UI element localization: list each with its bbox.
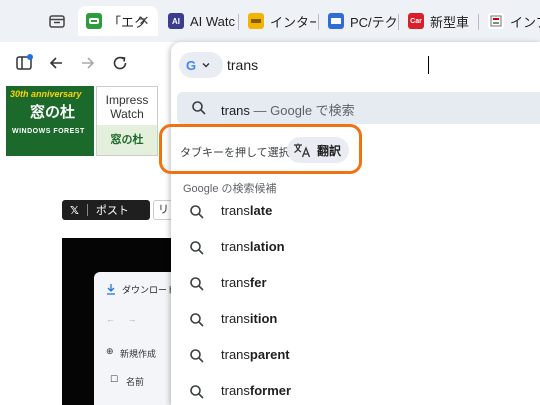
search-action: Google で検索 [270,103,355,118]
suggestion-completion: parent [249,347,290,362]
search-icon [191,100,207,116]
explorer-title: ダウンロード [122,285,177,295]
tab-pc-watch[interactable]: PC/テク [320,6,396,36]
tab-title: インプレ [510,14,540,30]
top-suggestion[interactable]: trans — Google で検索 [177,92,540,124]
suggestion-text: transformer [221,383,291,398]
suggestion-completion: late [249,203,273,218]
explorer-checkbox: ☐ [110,374,119,384]
google-icon: G [186,57,197,73]
divider [86,204,88,216]
suggestion-completion: fer [249,275,267,290]
address-input[interactable] [227,54,527,76]
suggestion-item[interactable]: transparent [171,338,540,374]
omnibox-dropdown: G trans — Google で検索 タブキーを押して選択: 翻訳 Goog… [159,42,540,405]
tab-car-watch[interactable]: Car 新型車 [400,6,476,36]
impress-watch-label: Impress Watch [105,93,149,121]
search-icon [189,384,205,400]
query-text: trans [221,103,250,118]
madonomori-tab[interactable]: 窓の杜 [97,125,157,155]
explorer-new-button: 新規作成 [120,349,157,359]
green-leaf-icon [86,13,102,29]
suggestion-match: trans [221,347,250,362]
search-icon [189,240,205,256]
tab-separator [478,14,479,30]
search-engine-chip[interactable]: G [179,52,223,78]
keyword-hint-row: タブキーを押して選択: 翻訳 [159,124,540,174]
x-logo-icon: 𝕏 [70,204,79,217]
site-logo[interactable]: 30th anniversary 窓の杜 WINDOWS FOREST [6,86,94,156]
back-arrow-icon[interactable] [46,53,66,73]
suggestion-match: trans [221,275,250,290]
logo-anniversary: 30th anniversary [10,89,82,99]
suggestion-item[interactable]: transition [171,302,540,338]
tab-separator [318,14,319,30]
search-icon [189,348,205,364]
tab-title: PC/テク [350,14,396,30]
tab-hint-label: タブキーを押して選択: [180,147,293,159]
suggestion-item[interactable]: transformer [171,374,540,405]
ai-watch-icon: AI [168,13,184,29]
translate-icon [294,143,311,158]
suggestion-text: transition [221,311,277,326]
forward-arrow-icon[interactable] [78,53,98,73]
suggestion-item[interactable]: translation [171,230,540,266]
top-suggestion-text: trans — Google で検索 [221,100,355,119]
address-bar: G [171,42,540,88]
explorer-column-name: 名前 [126,377,145,387]
suggestion-text: translate [221,203,272,218]
suggestion-text: transparent [221,347,290,362]
reload-icon[interactable] [110,53,130,73]
separator: — [249,103,271,118]
suggestion-match: trans [221,203,250,218]
tab-title: AI Watc [190,13,236,29]
tab-strip: 「エク ✕ AI AI Watc インターネ PC/テク Car 新型車 インプ… [0,0,540,42]
internet-watch-icon [248,13,264,29]
tab-active[interactable]: 「エク ✕ [78,6,158,36]
text-caret [428,56,429,74]
download-icon [106,282,116,295]
tab-internet-watch[interactable]: インターネ [240,6,316,36]
search-icon [189,276,205,292]
logo-subtitle: WINDOWS FOREST [12,128,85,135]
impress-icon [488,13,504,29]
share-x-label: ポスト [95,205,129,217]
tab-title: 新型車 [430,14,470,30]
share-x-button[interactable]: 𝕏 ポスト [62,200,150,220]
close-tab-icon[interactable]: ✕ [136,13,152,29]
tab-actions-icon[interactable] [48,12,66,30]
suggestion-match: trans [221,239,250,254]
suggestion-match: trans [221,383,250,398]
explorer-new-icon: ⊕ [106,346,114,356]
suggestion-text: translation [221,239,285,254]
logo-title: 窓の杜 [30,104,76,121]
tab-title: インターネ [270,14,316,30]
search-icon [189,204,205,220]
translate-keyword-label: 翻訳 [317,143,342,158]
suggestion-item[interactable]: transfer [171,266,540,302]
suggestion-completion: lation [249,239,285,254]
explorer-nav-arrows: ← → [106,314,137,324]
suggestion-completion: former [249,383,292,398]
suggestion-text: transfer [221,275,267,290]
suggestion-completion: ition [249,311,278,326]
chevron-down-icon [202,63,210,68]
car-watch-icon: Car [408,13,424,29]
pc-watch-icon [328,13,344,29]
suggestion-match: trans [221,311,250,326]
sidebar-icon[interactable] [14,53,34,73]
tab-impress[interactable]: インプレ [480,6,540,36]
impress-watch-link[interactable]: Impress Watch 窓の杜 [96,86,158,156]
translate-keyword-button[interactable]: 翻訳 [287,137,349,163]
search-icon [189,312,205,328]
tab-ai-watch[interactable]: AI AI Watc [160,6,236,36]
tab-separator [238,14,239,30]
suggestion-item[interactable]: translate [171,194,540,230]
tab-separator [398,14,399,30]
